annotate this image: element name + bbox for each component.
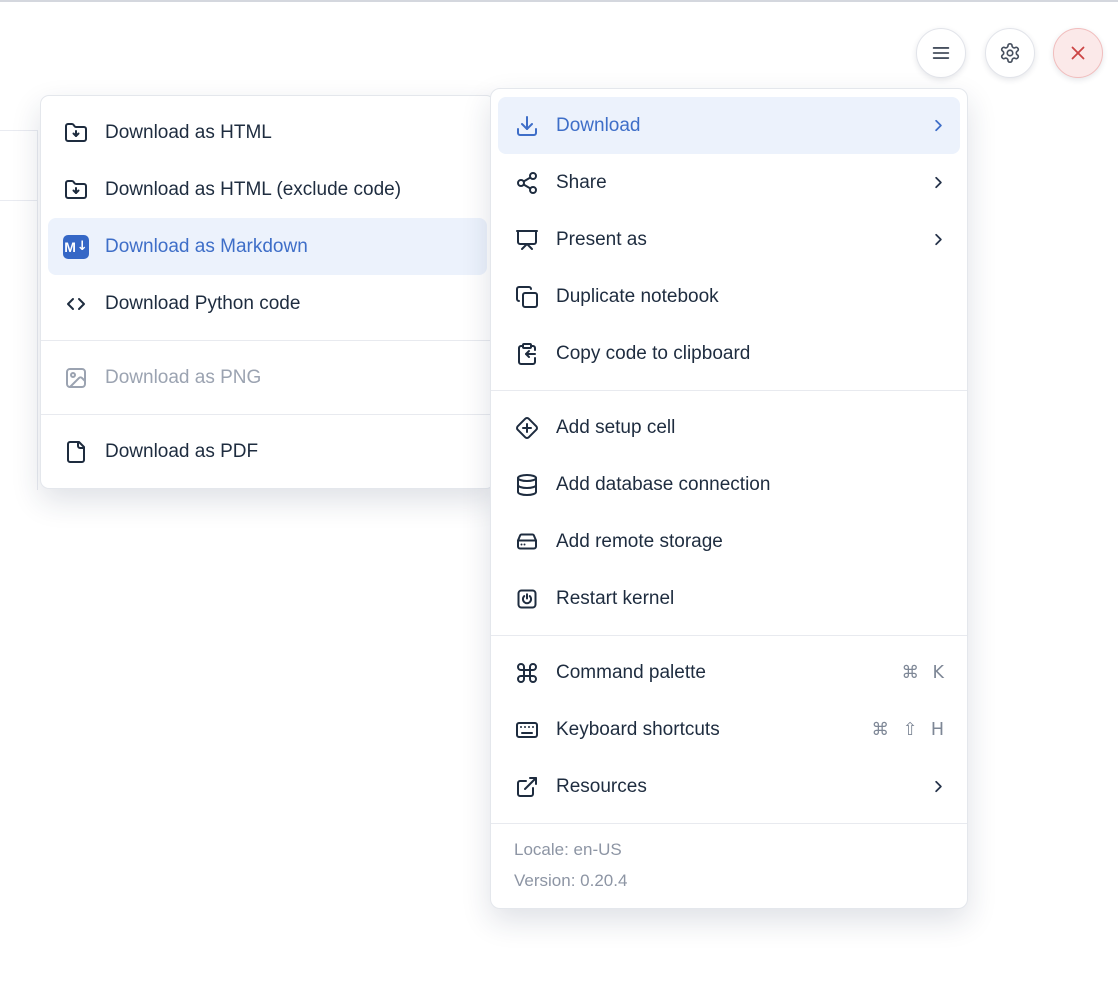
folder-down-icon (63, 177, 89, 203)
menu-item-label: Download (556, 115, 641, 137)
menu-item-label: Add remote storage (556, 531, 723, 553)
code-icon (63, 291, 89, 317)
gear-icon (999, 42, 1021, 64)
background-cell-border (37, 130, 38, 490)
menu-item-share[interactable]: Share (498, 154, 960, 211)
menu-item-label: Download as HTML (105, 122, 272, 144)
hamburger-icon (930, 42, 952, 64)
menu-item-label: Share (556, 172, 607, 194)
submenu-group-formats: Download as HTML Download as HTML (exclu… (41, 96, 494, 340)
chevron-right-icon (929, 777, 948, 796)
version-text: Version: 0.20.4 (514, 865, 967, 896)
close-icon (1067, 42, 1089, 64)
menu-item-download-as-pdf[interactable]: Download as PDF (48, 423, 487, 480)
background-cell-border (0, 130, 38, 131)
menu-group-export: Download Share Present as (491, 89, 967, 390)
menu-item-present-as[interactable]: Present as (498, 211, 960, 268)
menu-group-notebook-actions: Add setup cell Add database connection A… (491, 390, 967, 635)
clipboard-paste-icon (514, 341, 540, 367)
menu-item-download-as-png: Download as PNG (48, 349, 487, 406)
menu-item-download-as-markdown[interactable]: M↓ Download as Markdown (48, 218, 487, 275)
menu-item-label: Download as PNG (105, 367, 261, 389)
folder-down-icon (63, 120, 89, 146)
menu-item-label: Keyboard shortcuts (556, 719, 720, 741)
menu-item-duplicate-notebook[interactable]: Duplicate notebook (498, 268, 960, 325)
menu-item-label: Present as (556, 229, 647, 251)
hard-drive-icon (514, 529, 540, 555)
image-icon (63, 365, 89, 391)
menu-item-label: Download Python code (105, 293, 300, 315)
chevron-right-icon (929, 173, 948, 192)
download-submenu: Download as HTML Download as HTML (exclu… (40, 95, 495, 489)
diamond-plus-icon (514, 415, 540, 441)
database-icon (514, 472, 540, 498)
markdown-badge-icon: M↓ (63, 234, 89, 260)
menu-item-label: Add database connection (556, 474, 770, 496)
menu-item-label: Download as Markdown (105, 236, 308, 258)
menu-item-command-palette[interactable]: Command palette ⌘ K (498, 644, 960, 701)
square-power-icon (514, 586, 540, 612)
notebook-menu-button[interactable] (916, 28, 966, 78)
menu-item-add-database-connection[interactable]: Add database connection (498, 456, 960, 513)
menu-item-label: Command palette (556, 662, 706, 684)
download-icon (514, 113, 540, 139)
menu-item-add-setup-cell[interactable]: Add setup cell (498, 399, 960, 456)
chevron-right-icon (929, 116, 948, 135)
settings-button[interactable] (985, 28, 1035, 78)
submenu-group-png: Download as PNG (41, 340, 494, 414)
notebook-page: Download as HTML Download as HTML (exclu… (0, 0, 1118, 984)
menu-item-label: Restart kernel (556, 588, 674, 610)
shortcut-hint: ⌘ K (901, 663, 948, 683)
locale-text: Locale: en-US (514, 834, 967, 865)
menu-item-restart-kernel[interactable]: Restart kernel (498, 570, 960, 627)
menu-item-label: Resources (556, 776, 647, 798)
menu-item-keyboard-shortcuts[interactable]: Keyboard shortcuts ⌘ ⇧ H (498, 701, 960, 758)
menu-item-label: Duplicate notebook (556, 286, 719, 308)
menu-item-copy-code-to-clipboard[interactable]: Copy code to clipboard (498, 325, 960, 382)
share-icon (514, 170, 540, 196)
menu-item-label: Download as HTML (exclude code) (105, 179, 401, 201)
command-icon (514, 660, 540, 686)
keyboard-icon (514, 717, 540, 743)
menu-item-download[interactable]: Download (498, 97, 960, 154)
menu-item-label: Download as PDF (105, 441, 258, 463)
menu-footer: Locale: en-US Version: 0.20.4 (491, 823, 967, 908)
file-icon (63, 439, 89, 465)
page-top-border (0, 0, 1118, 2)
notebook-actions-menu: Download Share Present as (490, 88, 968, 909)
chevron-right-icon (929, 230, 948, 249)
menu-item-add-remote-storage[interactable]: Add remote storage (498, 513, 960, 570)
close-app-button[interactable] (1053, 28, 1103, 78)
menu-group-help: Command palette ⌘ K Keyboard shortcuts ⌘… (491, 635, 967, 823)
background-cell-border (0, 200, 38, 201)
copy-icon (514, 284, 540, 310)
menu-item-download-python-code[interactable]: Download Python code (48, 275, 487, 332)
menu-item-resources[interactable]: Resources (498, 758, 960, 815)
menu-item-download-as-html-exclude-code[interactable]: Download as HTML (exclude code) (48, 161, 487, 218)
shortcut-hint: ⌘ ⇧ H (872, 720, 948, 740)
menu-item-label: Add setup cell (556, 417, 675, 439)
submenu-group-pdf: Download as PDF (41, 414, 494, 488)
menu-item-download-as-html[interactable]: Download as HTML (48, 104, 487, 161)
menu-item-label: Copy code to clipboard (556, 343, 750, 365)
presentation-icon (514, 227, 540, 253)
external-link-icon (514, 774, 540, 800)
